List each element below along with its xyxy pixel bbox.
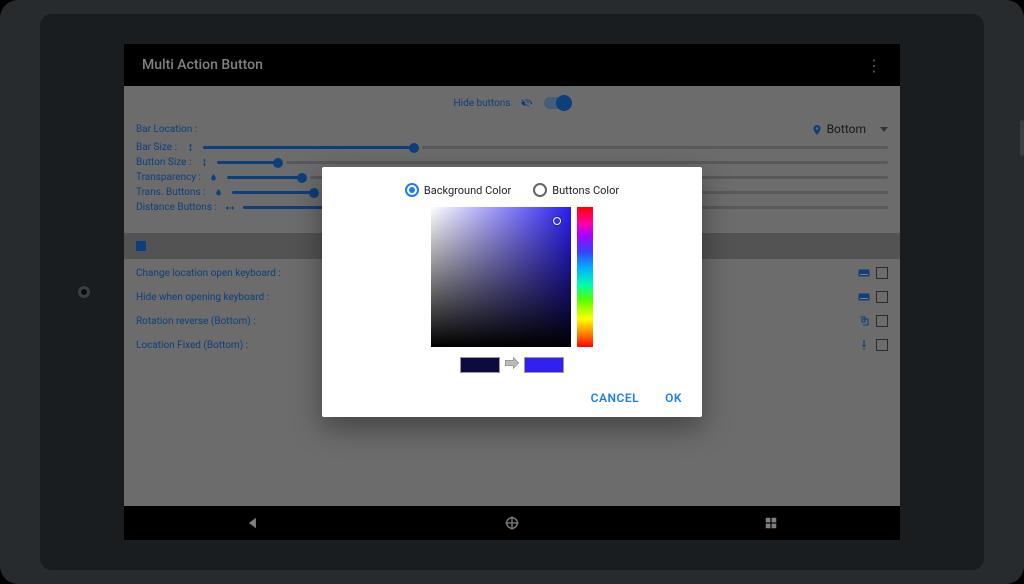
- old-color-swatch: [460, 357, 500, 373]
- hue-strip-container: [577, 207, 593, 347]
- dialog-actions: CANCEL OK: [338, 383, 686, 407]
- color-radio-group: Background Color Buttons Color: [338, 183, 686, 197]
- tablet-camera: [78, 286, 90, 298]
- swatch-row: [338, 357, 686, 373]
- picker-area: [338, 207, 686, 347]
- screen: Multi Action Button ⋮ Hide buttons Bar L…: [124, 44, 900, 540]
- tablet-power-button: [1020, 120, 1024, 156]
- ok-button[interactable]: OK: [665, 391, 682, 405]
- sv-cursor[interactable]: [553, 217, 561, 225]
- dialog-scrim[interactable]: Background Color Buttons Color: [124, 44, 900, 540]
- hue-strip[interactable]: [577, 207, 593, 347]
- buttons-color-radio-label: Buttons Color: [552, 184, 619, 197]
- saturation-value-box[interactable]: [431, 207, 571, 347]
- background-color-radio[interactable]: Background Color: [405, 183, 511, 197]
- new-color-swatch: [524, 357, 564, 373]
- background-color-radio-label: Background Color: [424, 184, 511, 197]
- tablet-bezel: Multi Action Button ⋮ Hide buttons Bar L…: [0, 0, 1024, 584]
- cancel-button[interactable]: CANCEL: [591, 391, 639, 405]
- arrow-right-icon: [504, 357, 520, 373]
- buttons-color-radio[interactable]: Buttons Color: [533, 183, 619, 197]
- color-picker-dialog: Background Color Buttons Color: [322, 167, 702, 417]
